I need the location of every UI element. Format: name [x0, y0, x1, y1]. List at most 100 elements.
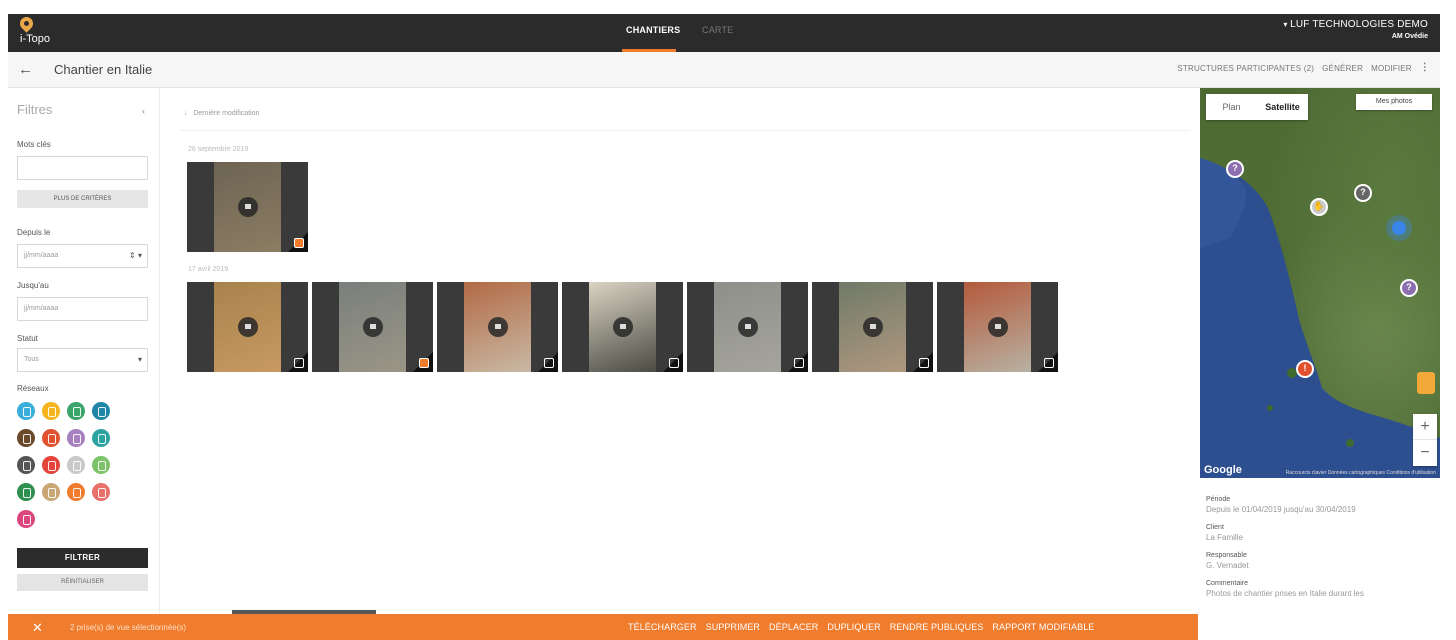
status-select[interactable]: Tous ▾: [17, 348, 148, 372]
map-type-toggle: Plan Satellite: [1206, 94, 1308, 120]
map-satellite-button[interactable]: Satellite: [1257, 94, 1308, 120]
since-date-input[interactable]: jj/mm/aaaa ⇕ ▾: [17, 244, 148, 268]
map-panel[interactable]: Plan Satellite Mes photos ? ✋ ? ? ! + − …: [1200, 88, 1440, 478]
car-icon[interactable]: [92, 456, 110, 474]
photo-gallery: ↓ Dernière modification 26 septembre 201…: [170, 88, 1190, 614]
lightbulb-icon[interactable]: [42, 402, 60, 420]
photo-thumbnail[interactable]: [937, 282, 1058, 372]
tree-icon[interactable]: [17, 483, 35, 501]
download-button[interactable]: TÉLÉCHARGER: [628, 622, 697, 632]
site-details: Période Depuis le 01/04/2019 jusqu'au 30…: [1206, 496, 1440, 608]
arrow-down-icon: ↓: [184, 110, 192, 117]
photo-select-checkbox[interactable]: [794, 358, 804, 368]
photo-select-checkbox[interactable]: [919, 358, 929, 368]
photo-select-checkbox[interactable]: [294, 238, 304, 248]
photo-view-icon[interactable]: [613, 317, 633, 337]
org-selector[interactable]: LUF TECHNOLOGIES DEMO AM Ovédie: [1283, 19, 1428, 40]
photo-thumbnail[interactable]: [562, 282, 683, 372]
photo-view-icon[interactable]: [238, 317, 258, 337]
selection-action-bar: ✕ 2 prise(s) de vue sélectionnée(s) TÉLÉ…: [8, 614, 1198, 640]
more-criteria-button[interactable]: PLUS DE CRITÈRES: [17, 190, 148, 208]
my-photos-button[interactable]: Mes photos: [1356, 94, 1432, 110]
photo-thumbnail[interactable]: [812, 282, 933, 372]
delete-button[interactable]: SUPPRIMER: [706, 622, 760, 632]
filters-title: Filtres: [17, 102, 53, 117]
org-name: LUF TECHNOLOGIES DEMO: [1283, 19, 1428, 30]
photo-thumbnail[interactable]: [312, 282, 433, 372]
generate-button[interactable]: GÉNÉRER: [1322, 64, 1363, 73]
date-picker-arrows-icon[interactable]: ⇕ ▾: [129, 251, 142, 260]
back-arrow-icon[interactable]: ←: [18, 61, 33, 78]
map-marker-icon[interactable]: ?: [1226, 160, 1244, 178]
sewer-icon[interactable]: [17, 429, 35, 447]
page-title: Chantier en Italie: [54, 62, 153, 77]
more-menu-icon[interactable]: ⋮: [1420, 62, 1430, 73]
map-marker-icon[interactable]: ?: [1400, 279, 1418, 297]
make-public-button[interactable]: RENDRE PUBLIQUES: [890, 622, 984, 632]
client-label: Client: [1206, 524, 1224, 531]
cloud-icon[interactable]: [92, 402, 110, 420]
photo-thumbnail[interactable]: [437, 282, 558, 372]
photo-thumbnail[interactable]: [187, 282, 308, 372]
photo-thumbnail[interactable]: [187, 162, 308, 252]
zoom-in-button[interactable]: +: [1413, 414, 1437, 440]
zoom-out-button[interactable]: −: [1413, 440, 1437, 466]
period-label: Période: [1206, 496, 1231, 503]
client-value: La Famille: [1206, 533, 1243, 542]
water-drop-icon[interactable]: [17, 402, 35, 420]
warning-icon[interactable]: [42, 456, 60, 474]
map-marker-icon[interactable]: ?: [1354, 184, 1372, 202]
photo-view-icon[interactable]: [863, 317, 883, 337]
top-bar: i-Topo CHANTIERS CARTE LUF TECHNOLOGIES …: [8, 14, 1440, 52]
app-name: i-Topo: [20, 33, 50, 45]
photo-select-checkbox[interactable]: [544, 358, 554, 368]
photo-view-icon[interactable]: [238, 197, 258, 217]
unknown-icon[interactable]: [17, 456, 35, 474]
photo-view-icon[interactable]: [363, 317, 383, 337]
photo-select-checkbox[interactable]: [294, 358, 304, 368]
gas-icon[interactable]: [42, 429, 60, 447]
hand-icon[interactable]: [67, 456, 85, 474]
structures-button[interactable]: STRUCTURES PARTICIPANTES (2): [1177, 64, 1314, 73]
heat-icon[interactable]: [92, 483, 110, 501]
pole-icon[interactable]: [42, 483, 60, 501]
selection-count: 2 prise(s) de vue sélectionnée(s): [70, 623, 187, 632]
manager-value: G. Vernadet: [1206, 561, 1249, 570]
pipe-icon[interactable]: [17, 510, 35, 528]
map-marker-icon[interactable]: !: [1296, 360, 1314, 378]
period-value: Depuis le 01/04/2019 jusqu'au 30/04/2019: [1206, 505, 1356, 514]
until-date-input[interactable]: jj/mm/aaaa: [17, 297, 148, 321]
edit-button[interactable]: MODIFIER: [1371, 64, 1412, 73]
editable-report-button[interactable]: RAPPORT MODIFIABLE: [992, 622, 1094, 632]
reset-button[interactable]: RÉINITIALISER: [17, 574, 148, 591]
sort-control[interactable]: ↓ Dernière modification: [184, 110, 260, 117]
move-button[interactable]: DÉPLACER: [769, 622, 818, 632]
photo-view-icon[interactable]: [488, 317, 508, 337]
filter-button[interactable]: FILTRER: [17, 548, 148, 568]
until-label: Jusqu'au: [17, 281, 49, 290]
photo-select-checkbox[interactable]: [1044, 358, 1054, 368]
thermometer-icon[interactable]: [92, 429, 110, 447]
close-icon[interactable]: ✕: [32, 620, 43, 636]
tab-carte[interactable]: CARTE: [702, 25, 733, 35]
map-plan-button[interactable]: Plan: [1206, 94, 1257, 120]
photo-thumbnail[interactable]: [687, 282, 808, 372]
comment-label: Commentaire: [1206, 580, 1249, 587]
sort-label: Dernière modification: [193, 110, 260, 117]
phone-icon[interactable]: [67, 402, 85, 420]
photo-select-checkbox[interactable]: [419, 358, 429, 368]
building-icon[interactable]: [67, 429, 85, 447]
photo-view-icon[interactable]: [988, 317, 1008, 337]
tab-chantiers[interactable]: CHANTIERS: [626, 25, 680, 35]
street-view-icon[interactable]: [1417, 372, 1435, 394]
title-bar: ← Chantier en Italie STRUCTURES PARTICIP…: [8, 52, 1440, 88]
map-attribution[interactable]: Raccourcis clavier Données cartographiqu…: [1286, 470, 1436, 476]
map-marker-icon[interactable]: ✋: [1310, 198, 1328, 216]
keywords-input[interactable]: [17, 156, 148, 180]
duplicate-button[interactable]: DUPLIQUER: [827, 622, 880, 632]
photo-select-checkbox[interactable]: [669, 358, 679, 368]
photo-view-icon[interactable]: [738, 317, 758, 337]
collapse-icon[interactable]: ‹: [142, 106, 145, 116]
app-logo[interactable]: i-Topo: [16, 14, 76, 50]
recycle-icon[interactable]: [67, 483, 85, 501]
